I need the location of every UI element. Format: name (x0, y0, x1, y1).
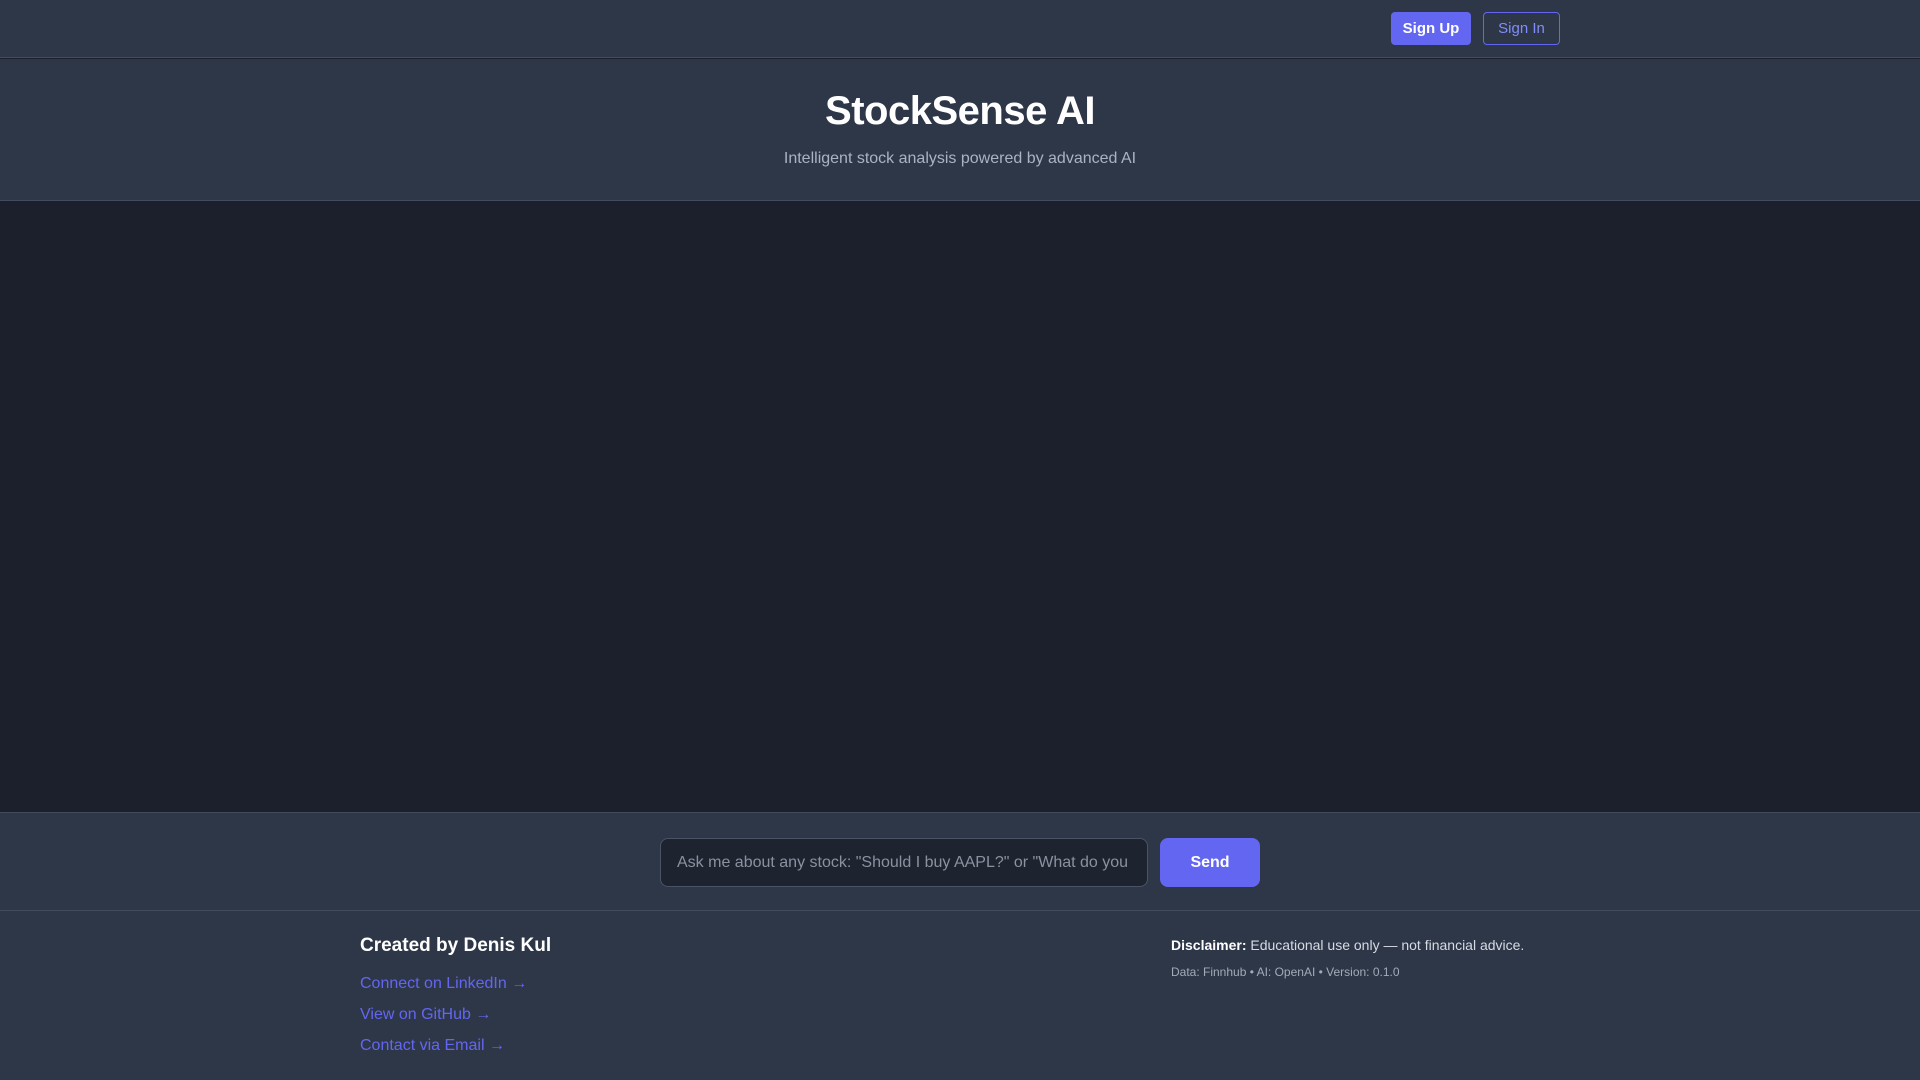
email-link[interactable]: Contact via Email → (360, 1037, 505, 1055)
footer: Created by Denis Kul Connect on LinkedIn… (0, 911, 1920, 1080)
linkedin-link[interactable]: Connect on LinkedIn → (360, 975, 527, 993)
page-subtitle: Intelligent stock analysis powered by ad… (783, 150, 1137, 167)
hero-header: StockSense AI Intelligent stock analysis… (0, 59, 1920, 201)
sign-in-button[interactable]: Sign In (1483, 12, 1560, 45)
disclaimer-label: Disclaimer: (1171, 937, 1247, 953)
disclaimer: Disclaimer: Educational use only — not f… (1171, 937, 1524, 953)
send-button[interactable]: Send (1160, 838, 1260, 887)
disclaimer-text: Educational use only — not financial adv… (1246, 937, 1525, 953)
chat-messages-area[interactable] (0, 202, 1920, 812)
chat-input[interactable] (660, 838, 1148, 887)
chat-input-bar: Send (0, 812, 1920, 911)
top-navbar: Sign Up Sign In (0, 0, 1920, 58)
page-title: StockSense AI (825, 89, 1095, 133)
github-link[interactable]: View on GitHub → (360, 1006, 491, 1024)
footer-heading: Created by Denis Kul (360, 935, 552, 956)
sign-up-button[interactable]: Sign Up (1391, 12, 1471, 45)
version-info: Data: Finnhub • AI: OpenAI • Version: 0.… (1171, 965, 1400, 979)
